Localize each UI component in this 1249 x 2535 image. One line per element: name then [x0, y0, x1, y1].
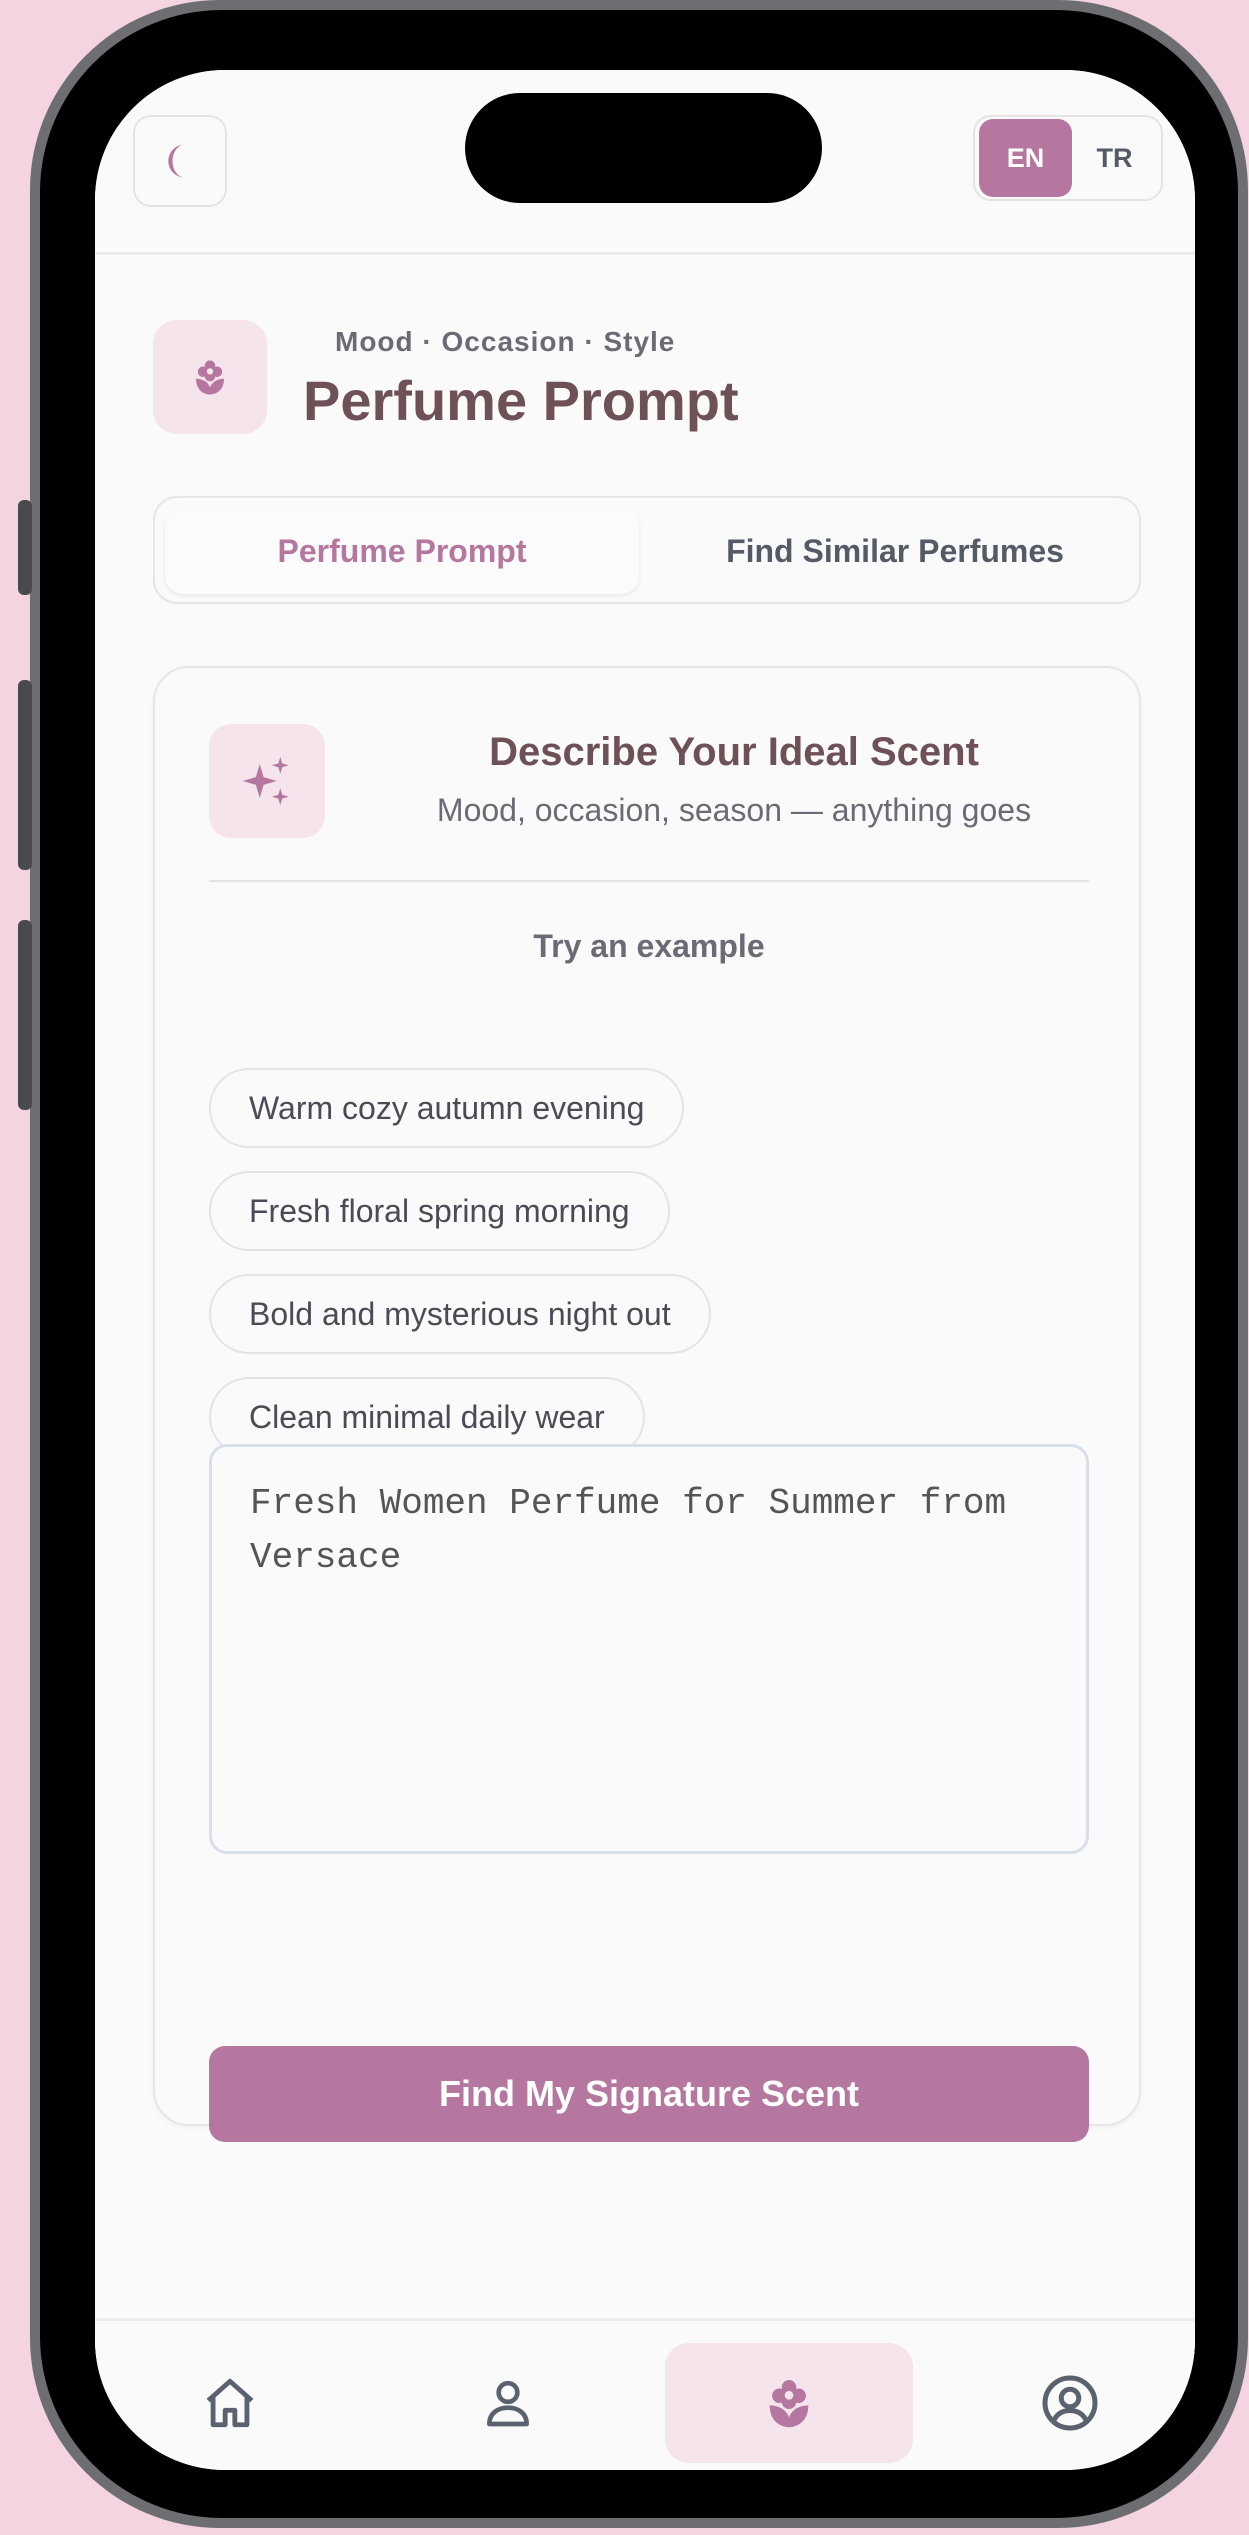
flower-icon [769, 2380, 809, 2428]
moon-icon [168, 144, 185, 178]
example-chip-spring[interactable]: Fresh floral spring morning [209, 1171, 670, 1251]
page-subtitle: Mood · Occasion · Style [335, 326, 676, 357]
user-icon [487, 2380, 529, 2427]
language-switcher: EN TR [973, 115, 1163, 201]
phone-side-button [18, 500, 32, 595]
flower-icon [196, 360, 224, 395]
nav-perfume[interactable] [665, 2343, 913, 2463]
theme-toggle-button[interactable] [133, 115, 227, 207]
nav-home[interactable] [155, 2343, 305, 2463]
scent-prompt-input[interactable] [209, 1444, 1089, 1854]
dynamic-island [465, 93, 822, 203]
find-signature-scent-button[interactable]: Find My Signature Scent [209, 2046, 1089, 2142]
mode-tabs: Perfume Prompt Find Similar Perfumes [153, 496, 1141, 604]
card-title: Describe Your Ideal Scent [489, 730, 979, 774]
language-tr-button[interactable]: TR [1072, 119, 1157, 197]
header-icon-tile [153, 320, 267, 434]
phone-volume-up [18, 680, 32, 870]
prompt-card: Describe Your Ideal Scent Mood, occasion… [153, 666, 1141, 2142]
page-title: Perfume Prompt [303, 369, 739, 432]
profile-circle-icon [1042, 2375, 1098, 2431]
tab-perfume-prompt[interactable]: Perfume Prompt [165, 508, 639, 594]
example-chip-night[interactable]: Bold and mysterious night out [209, 1274, 711, 1354]
bottom-navigation [95, 2318, 1195, 2470]
example-chip-autumn[interactable]: Warm cozy autumn evening [209, 1068, 685, 1148]
card-subtitle: Mood, occasion, season — anything goes [436, 792, 1032, 828]
nav-users[interactable] [433, 2343, 583, 2463]
card-divider [209, 880, 1089, 882]
examples-label: Try an example [533, 928, 765, 964]
card-icon-tile [209, 724, 325, 838]
phone-volume-down [18, 920, 32, 1110]
app-screen: EN TR Mood · Occasion · Style Perfume Pr… [95, 70, 1195, 2470]
sparkles-icon [242, 756, 289, 806]
home-icon [206, 2378, 254, 2428]
language-en-button[interactable]: EN [979, 119, 1072, 197]
tab-find-similar-perfumes[interactable]: Find Similar Perfumes [655, 508, 1135, 594]
nav-profile[interactable] [995, 2343, 1145, 2463]
